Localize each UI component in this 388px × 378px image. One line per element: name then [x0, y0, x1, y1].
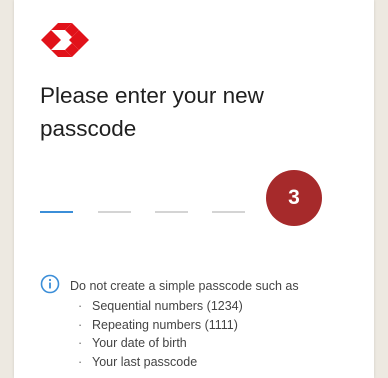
hint-rule: Your date of birth: [70, 334, 370, 353]
hint-rules-list: Sequential numbers (1234) Repeating numb…: [70, 297, 370, 371]
hint-title: Do not create a simple passcode such as: [70, 279, 299, 293]
passcode-card: Please enter your new passcode 3 Do not …: [14, 0, 374, 378]
brand-logo-icon: [41, 23, 89, 57]
step-badge: 3: [266, 170, 322, 226]
hint-rule: Repeating numbers (1111): [70, 316, 370, 335]
passcode-hint: Do not create a simple passcode such as …: [70, 277, 370, 371]
hint-rule: Sequential numbers (1234): [70, 297, 370, 316]
passcode-digit-slot-1[interactable]: [40, 211, 73, 213]
passcode-digit-slot-4[interactable]: [212, 211, 245, 213]
info-icon: [40, 274, 60, 294]
page-title: Please enter your new passcode: [40, 83, 264, 141]
passcode-digit-slot-2[interactable]: [98, 211, 131, 213]
hint-rule: Your last passcode: [70, 353, 370, 372]
passcode-digit-slot-3[interactable]: [155, 211, 188, 213]
